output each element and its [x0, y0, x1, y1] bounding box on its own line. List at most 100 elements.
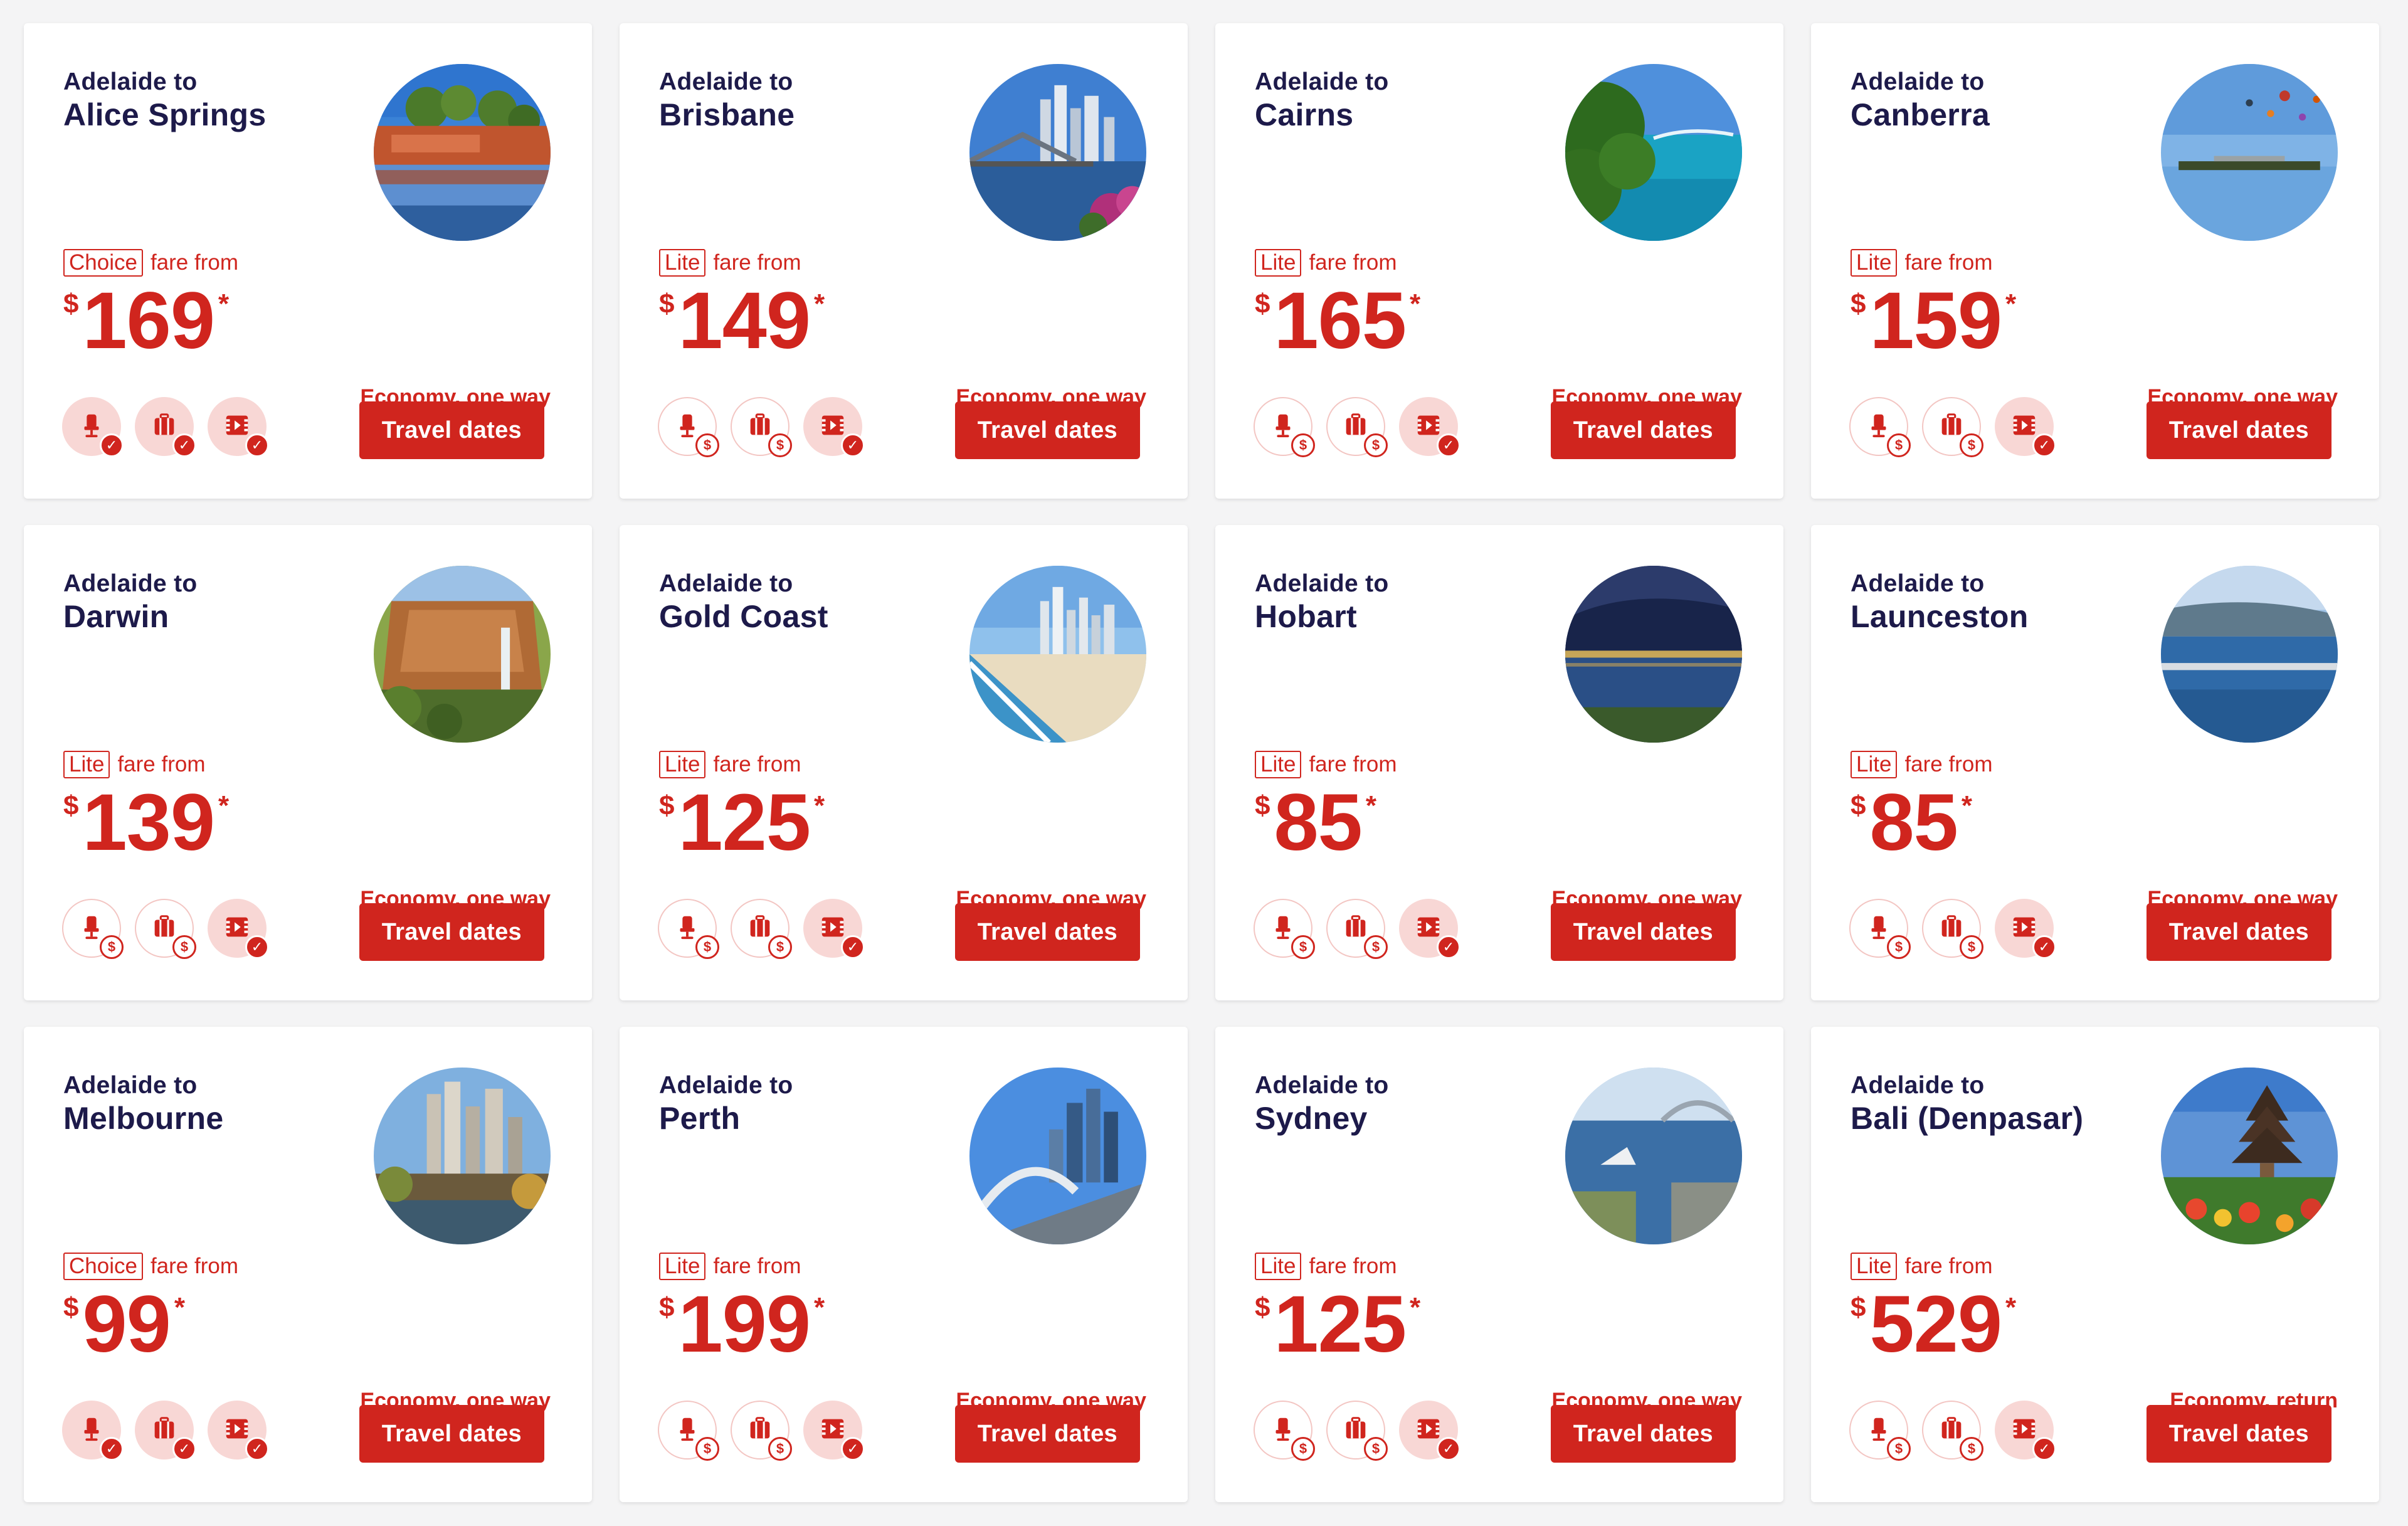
fare-type-badge: Lite	[1255, 1253, 1302, 1280]
fare-from-label: fare from	[713, 752, 801, 776]
entertainment-icon: ✓	[1399, 397, 1460, 457]
price-currency: $	[1851, 1292, 1866, 1323]
price-asterisk: *	[1410, 1292, 1421, 1323]
price-amount: 169	[82, 276, 215, 366]
travel-dates-button[interactable]: Travel dates	[359, 903, 544, 961]
entertainment-icon: ✓	[1995, 1401, 2056, 1461]
fare-type-badge: Lite	[659, 1253, 706, 1280]
destination-card-perth[interactable]: Adelaide to Perth Lite fare from $ 199 *…	[620, 1027, 1188, 1502]
paid-extra-icon: $	[1960, 433, 1983, 457]
destination-card-launceston[interactable]: Adelaide to Launceston Lite fare from $ …	[1811, 525, 2379, 1000]
price-amount: 125	[678, 778, 811, 867]
fare-type-badge: Lite	[659, 249, 706, 277]
seat-icon: $	[1254, 397, 1315, 457]
price-asterisk: *	[2005, 1292, 2017, 1323]
fare-features: $ $ ✓	[1849, 1401, 2056, 1461]
destination-name: Cairns	[1255, 97, 1354, 132]
seat-icon: $	[1254, 899, 1315, 959]
fare-type-badge: Lite	[1255, 249, 1302, 277]
fare-type-badge: Lite	[63, 751, 110, 778]
paid-extra-icon: $	[1364, 935, 1388, 959]
entertainment-icon: ✓	[208, 397, 269, 457]
destination-card-canberra[interactable]: Adelaide to Canberra Lite fare from $ 15…	[1811, 23, 2379, 499]
fare-from-label: fare from	[1904, 250, 1993, 275]
baggage-icon: $	[731, 899, 792, 959]
harbour-aerial-photo	[1565, 1068, 1742, 1244]
included-check-icon: ✓	[245, 1437, 269, 1461]
travel-dates-button[interactable]: Travel dates	[1550, 401, 1736, 459]
origin-label: Adelaide to	[63, 1072, 198, 1099]
paid-extra-icon: $	[1960, 935, 1983, 959]
river-bridge-photo	[2161, 566, 2338, 743]
paid-extra-icon: $	[1887, 1437, 1911, 1461]
price-asterisk: *	[218, 289, 230, 319]
baggage-icon: $	[1922, 397, 1983, 457]
travel-dates-button[interactable]: Travel dates	[954, 401, 1140, 459]
fare-line: Choice fare from	[63, 1253, 238, 1280]
travel-dates-button[interactable]: Travel dates	[1550, 1405, 1736, 1463]
fare-line: Lite fare from	[1255, 751, 1397, 778]
destination-name: Gold Coast	[659, 599, 828, 634]
travel-dates-button[interactable]: Travel dates	[954, 903, 1140, 961]
waterfall-cliff-photo	[374, 566, 551, 743]
temple-garden-photo	[2161, 1068, 2338, 1244]
destination-name: Melbourne	[63, 1101, 224, 1136]
price: $ 99 *	[63, 1281, 185, 1369]
baggage-icon: $	[731, 397, 792, 457]
paid-extra-icon: $	[100, 935, 124, 959]
origin-label: Adelaide to	[1851, 570, 1985, 597]
entertainment-icon: ✓	[1399, 1401, 1460, 1461]
fare-line: Lite fare from	[1851, 1253, 1992, 1280]
paid-extra-icon: $	[172, 935, 196, 959]
fare-features: $ $ ✓	[658, 397, 865, 457]
fare-features: $ $ ✓	[658, 1401, 865, 1461]
destination-card-gold-coast[interactable]: Adelaide to Gold Coast Lite fare from $ …	[620, 525, 1188, 1000]
travel-dates-button[interactable]: Travel dates	[359, 1405, 544, 1463]
destination-card-bali-denpasar[interactable]: Adelaide to Bali (Denpasar) Lite fare fr…	[1811, 1027, 2379, 1502]
included-check-icon: ✓	[2032, 935, 2056, 959]
balloons-lake-photo	[2161, 64, 2338, 241]
origin-label: Adelaide to	[63, 68, 198, 95]
destination-name: Brisbane	[659, 97, 795, 132]
price-currency: $	[659, 289, 675, 319]
paid-extra-icon: $	[695, 433, 719, 457]
fare-features: ✓ ✓ ✓	[62, 397, 269, 457]
fare-features: $ $ ✓	[1254, 1401, 1460, 1461]
fare-line: Choice fare from	[63, 249, 238, 277]
included-check-icon: ✓	[172, 433, 196, 457]
fare-from-label: fare from	[117, 752, 206, 776]
baggage-icon: $	[1326, 1401, 1388, 1461]
price-amount: 159	[1869, 276, 2002, 366]
destination-grid: Adelaide to Alice Springs Choice fare fr…	[24, 23, 2379, 1502]
destination-card-hobart[interactable]: Adelaide to Hobart Lite fare from $ 85 *…	[1215, 525, 1783, 1000]
entertainment-icon: ✓	[803, 899, 865, 959]
fare-from-label: fare from	[713, 250, 801, 275]
destination-card-melbourne[interactable]: Adelaide to Melbourne Choice fare from $…	[24, 1027, 592, 1502]
paid-extra-icon: $	[768, 1437, 792, 1461]
fare-line: Lite fare from	[659, 1253, 801, 1280]
travel-dates-button[interactable]: Travel dates	[359, 401, 544, 459]
destination-card-alice-springs[interactable]: Adelaide to Alice Springs Choice fare fr…	[24, 23, 592, 499]
entertainment-icon: ✓	[1995, 899, 2056, 959]
price-currency: $	[659, 1292, 675, 1323]
fare-line: Lite fare from	[1255, 249, 1397, 277]
price-currency: $	[1255, 790, 1270, 821]
price: $ 139 *	[63, 779, 229, 867]
travel-dates-button[interactable]: Travel dates	[2146, 1405, 2331, 1463]
fare-line: Lite fare from	[63, 751, 205, 778]
destination-card-brisbane[interactable]: Adelaide to Brisbane Lite fare from $ 14…	[620, 23, 1188, 499]
fare-type-badge: Lite	[1851, 751, 1898, 778]
destination-card-darwin[interactable]: Adelaide to Darwin Lite fare from $ 139 …	[24, 525, 592, 1000]
fare-from-label: fare from	[713, 1254, 801, 1278]
included-check-icon: ✓	[245, 935, 269, 959]
destination-name: Perth	[659, 1101, 741, 1136]
travel-dates-button[interactable]: Travel dates	[1550, 903, 1736, 961]
price-currency: $	[1851, 289, 1866, 319]
baggage-icon: $	[1326, 899, 1388, 959]
travel-dates-button[interactable]: Travel dates	[2146, 401, 2331, 459]
travel-dates-button[interactable]: Travel dates	[2146, 903, 2331, 961]
destination-card-sydney[interactable]: Adelaide to Sydney Lite fare from $ 125 …	[1215, 1027, 1783, 1502]
travel-dates-button[interactable]: Travel dates	[954, 1405, 1140, 1463]
destination-name: Bali (Denpasar)	[1851, 1101, 2084, 1136]
destination-card-cairns[interactable]: Adelaide to Cairns Lite fare from $ 165 …	[1215, 23, 1783, 499]
